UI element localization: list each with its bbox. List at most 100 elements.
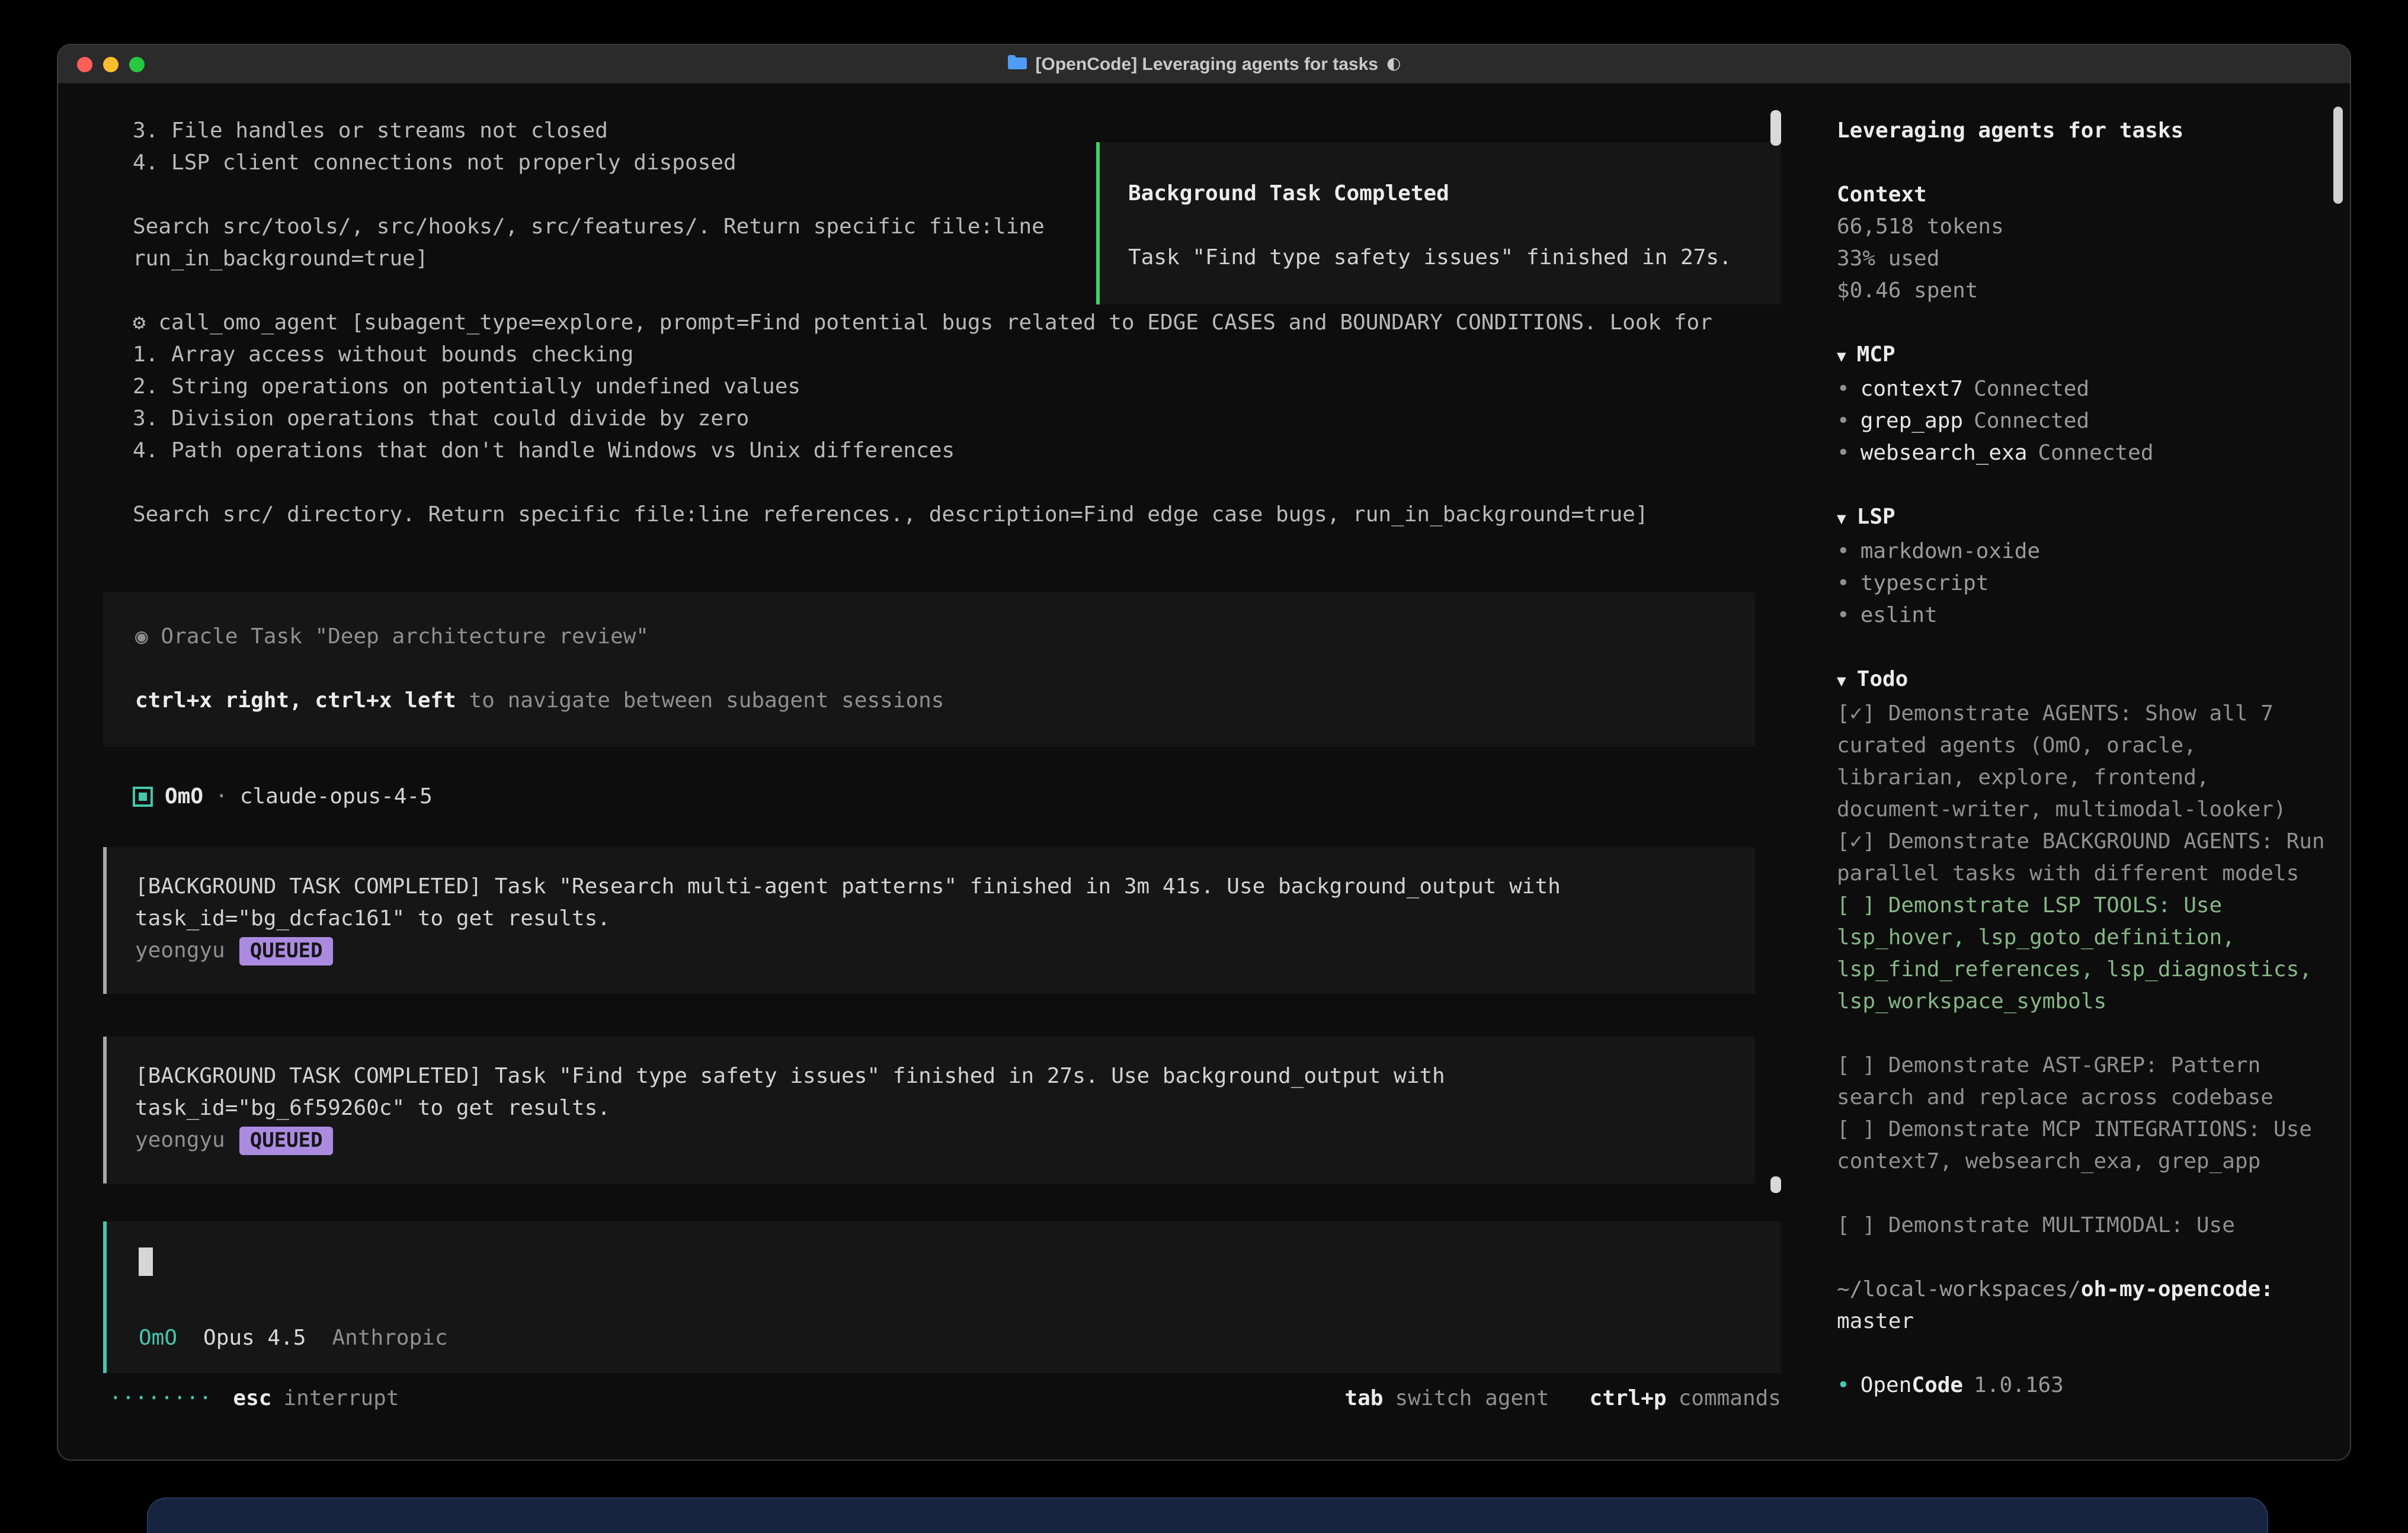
- task-line: task_id="bg_6f59260c" to get results.: [135, 1092, 1727, 1124]
- text-cursor: [139, 1247, 153, 1276]
- terminal-line: Search src/ directory. Return specific f…: [133, 499, 1788, 531]
- hint-keys: ctrl+x right, ctrl+x left: [135, 688, 456, 713]
- task-user: yeongyu: [135, 1128, 225, 1153]
- oracle-task-panel: ◉ Oracle Task "Deep architecture review"…: [103, 592, 1755, 746]
- lsp-item: •markdown-oxide: [1837, 535, 2332, 567]
- esc-label: interrupt: [283, 1383, 399, 1415]
- lsp-name: markdown-oxide: [1861, 539, 2040, 564]
- oracle-task-title: ◉ Oracle Task "Deep architecture review": [135, 621, 1727, 653]
- todo-section-header[interactable]: ▼Todo: [1837, 663, 2332, 698]
- sidebar: Leveraging agents for tasks Context 66,5…: [1788, 83, 2350, 1460]
- chevron-down-icon: ▼: [1837, 666, 1846, 698]
- task-card: [BACKGROUND TASK COMPLETED] Task "Resear…: [103, 847, 1755, 994]
- cursor-row: [139, 1247, 1753, 1285]
- context-used: 33% used: [1837, 243, 2332, 275]
- window-title-text: [OpenCode] Leveraging agents for tasks: [1036, 48, 1378, 80]
- mcp-section-header[interactable]: ▼MCP: [1837, 339, 2332, 373]
- oracle-title-text: Oracle Task "Deep architecture review": [161, 624, 649, 649]
- workspace-path: ~/local-workspaces/oh-my-opencode: maste…: [1837, 1274, 2332, 1338]
- lsp-section: ▼ LSP •markdown-oxide • typescript • eslint: [1837, 501, 2332, 631]
- todo-section: ▼Todo [✓] Demonstrate AGENTS: Show all 7…: [1837, 663, 2332, 1242]
- close-button[interactable]: [77, 56, 92, 72]
- context-section: Context 66,518 tokens 33% used $0.46 spe…: [1837, 179, 2332, 307]
- session-title: Leveraging agents for tasks: [1837, 115, 2332, 147]
- todo-item: [ ] Demonstrate LSP TOOLS: Use lsp_hover…: [1837, 890, 2332, 1018]
- mcp-section: ▼MCP • context7 Connected • grep_app Connect…: [1837, 339, 2332, 469]
- prompt-input[interactable]: OmOOpus 4.5Anthropic: [103, 1221, 1781, 1373]
- terminal-window: [OpenCode] Leveraging agents for tasks ◐…: [57, 44, 2351, 1461]
- window-controls: [77, 45, 145, 83]
- bullet-icon: •: [1837, 571, 1850, 596]
- context-tokens: 66,518 tokens: [1837, 211, 2332, 243]
- mcp-status: Connected: [2038, 441, 2153, 466]
- lsp-item: • typescript: [1837, 567, 2332, 599]
- agent-header: OmO·claude-opus-4-5: [133, 781, 1788, 813]
- terminal-line: 4. Path operations that don't handle Win…: [133, 435, 1788, 467]
- mcp-heading: MCP: [1857, 339, 1895, 371]
- app-version-number: 1.0.163: [1974, 1373, 2064, 1398]
- context-spent: $0.46 spent: [1837, 275, 2332, 307]
- app-version: •OpenCode1.0.163: [1837, 1370, 2332, 1401]
- bullet-icon: •: [1837, 409, 1850, 434]
- todo-item: [ ] Demonstrate MULTIMODAL: Use: [1837, 1210, 2332, 1242]
- mcp-name: context7: [1861, 377, 1963, 402]
- mcp-name: grep_app: [1861, 409, 1963, 434]
- todo-item: [✓] Demonstrate AGENTS: Show all 7 curat…: [1837, 698, 2332, 826]
- app-name-prefix: Open: [1861, 1373, 1912, 1398]
- terminal-line: 2. String operations on potentially unde…: [133, 371, 1788, 403]
- lsp-name: typescript: [1861, 571, 1989, 596]
- context-heading: Context: [1837, 179, 2332, 211]
- agent-name: OmO: [165, 781, 203, 813]
- model-name: Opus 4.5: [203, 1326, 306, 1351]
- workspace-prefix: ~/local-workspaces/: [1837, 1277, 2081, 1302]
- task-line: [BACKGROUND TASK COMPLETED] Task "Find t…: [135, 1060, 1727, 1092]
- bullet-icon: •: [1837, 603, 1850, 628]
- agent-name: OmO: [139, 1326, 177, 1351]
- lsp-name: eslint: [1861, 603, 1938, 628]
- workspace-repo: oh-my-opencode:: [2081, 1277, 2273, 1302]
- sidebar-scrollbar-thumb[interactable]: [2333, 107, 2343, 204]
- titlebar[interactable]: [OpenCode] Leveraging agents for tasks ◐: [58, 45, 2350, 84]
- todo-item: [ ] Demonstrate MCP INTEGRATIONS: Use co…: [1837, 1114, 2332, 1178]
- queued-badge: QUEUED: [239, 1127, 334, 1155]
- gear-icon: ⚙: [133, 310, 146, 335]
- hint-text: to navigate between subagent sessions: [456, 688, 944, 713]
- separator-dot: ·: [215, 781, 228, 813]
- commands-hint: ctrl+pcommands: [1590, 1383, 1781, 1415]
- bullet-icon: •: [1837, 441, 1850, 466]
- minimize-button[interactable]: [103, 56, 119, 72]
- background-window-strip: [147, 1497, 2268, 1533]
- subagent-nav-hint: ctrl+x right, ctrl+x left to navigate be…: [135, 685, 1727, 717]
- toast-body: Task "Find type safety issues" finished …: [1128, 242, 1762, 274]
- bullet-icon: •: [1837, 1373, 1850, 1398]
- toast-title: Background Task Completed: [1128, 178, 1762, 210]
- queued-badge: QUEUED: [239, 937, 334, 966]
- status-bar: ········escinterrupttabswitch agentctrl+…: [109, 1383, 1781, 1415]
- todo-item: [✓] Demonstrate BACKGROUND AGENTS: Run p…: [1837, 826, 2332, 890]
- ctrlp-label: commands: [1679, 1386, 1781, 1411]
- esc-key: esc: [233, 1383, 271, 1415]
- workspace-branch: master: [1837, 1306, 2332, 1338]
- main-scrollbar-thumb[interactable]: [1770, 110, 1781, 146]
- task-card: [BACKGROUND TASK COMPLETED] Task "Find t…: [103, 1037, 1755, 1184]
- tab-key: tab: [1344, 1386, 1383, 1411]
- mcp-status: Connected: [1974, 377, 2089, 402]
- mcp-item: •websearch_exaConnected: [1837, 437, 2332, 469]
- chevron-down-icon: ▼: [1837, 503, 1846, 535]
- lsp-section-header[interactable]: ▼ LSP: [1837, 501, 2332, 535]
- mcp-item: •context7Connected: [1837, 373, 2332, 405]
- zoom-button[interactable]: [129, 56, 145, 72]
- notification-toast: Background Task Completed Task "Find typ…: [1096, 142, 1781, 304]
- terminal-line: 1. Array access without bounds checking: [133, 339, 1788, 371]
- lsp-heading: LSP: [1857, 501, 1895, 533]
- task-meta: yeongyu QUEUED: [135, 1124, 1727, 1156]
- task-meta: yeongyu QUEUED: [135, 935, 1727, 967]
- agent-square-icon: [133, 787, 153, 807]
- lsp-item: • eslint: [1837, 599, 2332, 631]
- task-user: yeongyu: [135, 938, 225, 963]
- mcp-status: Connected: [1974, 409, 2089, 434]
- tab-label: switch agent: [1395, 1386, 1549, 1411]
- fisheye-icon: ◉: [135, 624, 148, 649]
- task-line: [BACKGROUND TASK COMPLETED] Task "Resear…: [135, 871, 1727, 903]
- main-scrollbar-mark[interactable]: [1770, 1176, 1781, 1193]
